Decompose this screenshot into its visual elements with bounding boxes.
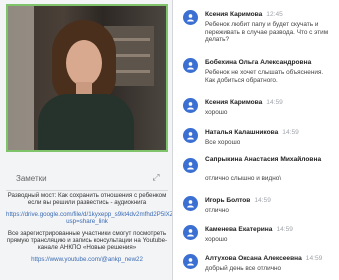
message-time: 14:59	[305, 255, 323, 262]
notes-link-2[interactable]: https://www.youtube.com/@ankp_new22	[6, 256, 168, 263]
message-author: Бобехина Ольга Александровна	[205, 59, 312, 66]
expand-icon[interactable]: ⤢	[150, 171, 162, 183]
message-author: Ксения Каримова 14:59	[205, 99, 283, 106]
user-icon	[183, 128, 198, 143]
message-author: Наталья Калашникова 14:59	[205, 129, 299, 136]
message-text: хорошо	[205, 236, 228, 243]
message-text: Ребенок не хочет слышать объяснения. Как…	[205, 69, 324, 84]
message-author: Сапрыкина Анастасия Михайловна	[205, 156, 322, 163]
message-time: 14:59	[282, 129, 299, 136]
user-icon	[183, 254, 198, 269]
wall-strip	[8, 6, 34, 150]
user-icon	[183, 196, 198, 211]
notes-tab[interactable]: Заметки	[16, 174, 47, 183]
message-time: 14:59	[276, 226, 293, 233]
user-icon	[183, 98, 198, 113]
message-text: хорошо	[205, 109, 228, 116]
speaker-face	[66, 40, 102, 86]
notes-text-1: Разводный мост: Как сохранить отношения …	[7, 192, 167, 207]
message-text: Ребенок любит папу и будет скучать и пер…	[205, 21, 329, 44]
video-feed[interactable]	[6, 4, 168, 152]
message-text: добрый день все отлично	[205, 265, 282, 272]
notes-link-1[interactable]: https://drive.google.com/file/d/1kyxepp_…	[6, 211, 199, 226]
message-text: Все хорошо	[205, 139, 241, 146]
notes-text-2: Все зарегистрированные участники смогут …	[6, 229, 168, 252]
message-author: Каменева Екатерина 14:59	[205, 226, 293, 233]
message-time: 14:59	[266, 99, 283, 106]
chat-panel: Ксения Каримова 12:45 Ребенок любит папу …	[173, 0, 339, 280]
user-icon	[183, 158, 198, 173]
notes-body: Разводный мост: Как сохранить отношения …	[6, 192, 199, 280]
user-icon	[183, 10, 198, 25]
user-icon	[183, 58, 198, 73]
message-text: отлично слышно и видно\	[205, 175, 282, 182]
message-author: Алтухова Оксана Алексеевна 14:59	[205, 255, 323, 262]
message-time: 14:59	[254, 197, 271, 204]
speaker-body	[38, 94, 134, 150]
message-time: 12:45	[266, 11, 283, 18]
message-author: Игорь Болтов 14:59	[205, 197, 271, 204]
message-text: отлично	[205, 207, 229, 214]
left-panel: Заметки ⤢ Разводный мост: Как сохранить …	[0, 0, 199, 280]
message-author: Ксения Каримова 12:45	[205, 11, 283, 18]
user-icon	[183, 225, 198, 240]
notes-header: Заметки ⤢	[6, 168, 168, 191]
